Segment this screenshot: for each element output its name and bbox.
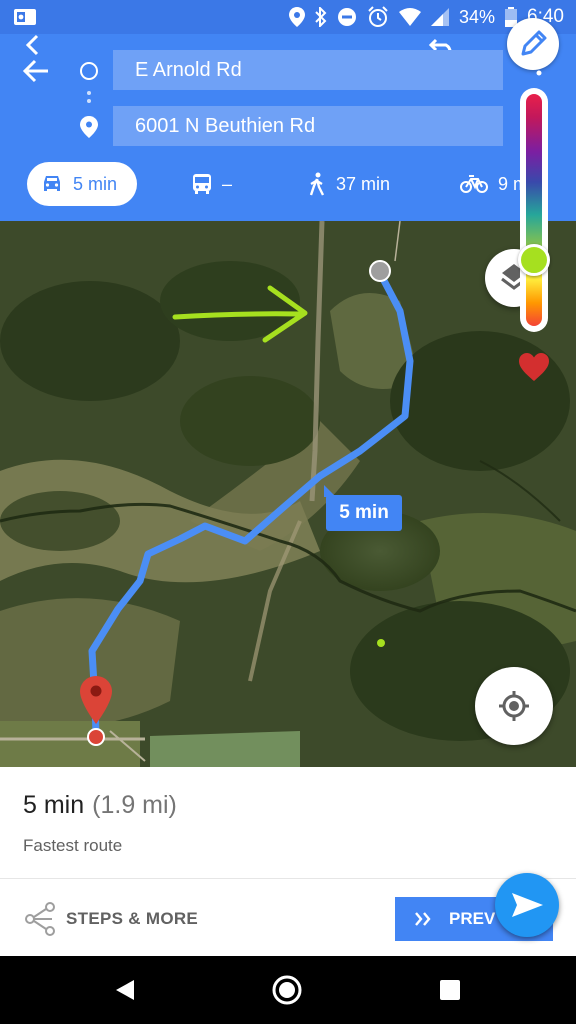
recents-square-icon[interactable]: [434, 974, 466, 1006]
double-chevron-icon: [415, 912, 431, 926]
back-arrow-icon[interactable]: [22, 58, 50, 84]
route-summary[interactable]: 5 min (1.9 mi) Fastest route: [0, 767, 576, 878]
steps-and-more-button[interactable]: STEPS & MORE: [22, 899, 198, 939]
navigation-arrow-icon: [512, 893, 543, 917]
preview-label: PREV: [449, 909, 496, 928]
steps-label: STEPS & MORE: [66, 909, 199, 928]
tab-drive[interactable]: 5 min: [27, 162, 137, 206]
alarm-icon: [368, 6, 388, 27]
battery-percentage: 34%: [458, 6, 496, 27]
chevron-left-icon[interactable]: [22, 34, 44, 56]
cell-signal-icon: [430, 8, 449, 26]
route-description: Fastest route: [23, 836, 123, 855]
color-slider[interactable]: [518, 88, 550, 332]
satellite-map[interactable]: 5 min: [0, 221, 576, 767]
route-connector-icon: [87, 91, 91, 107]
do-not-disturb-icon: [337, 8, 356, 26]
wifi-icon: [398, 8, 421, 26]
bus-icon: [193, 174, 211, 194]
steps-icon: [25, 902, 55, 936]
origin-field[interactable]: E Arnold Rd: [113, 50, 503, 90]
location-icon: [288, 7, 305, 27]
route-actions-bar: STEPS & MORE PREV: [0, 878, 576, 956]
car-icon: [44, 176, 60, 191]
outlook-icon: [14, 9, 36, 25]
walk-time: 37 min: [336, 173, 391, 194]
home-circle-icon[interactable]: [271, 974, 303, 1006]
bluetooth-icon: [315, 7, 327, 27]
heart-icon[interactable]: [518, 352, 550, 382]
edit-button[interactable]: [507, 18, 559, 70]
more-vert-icon[interactable]: [536, 62, 542, 82]
travel-mode-tabs: 5 min – 37 min 9 m: [0, 162, 576, 206]
destination-pin-icon: [80, 116, 98, 138]
back-triangle-icon[interactable]: [110, 974, 142, 1006]
drive-time: 5 min: [73, 173, 118, 194]
start-navigation-button[interactable]: [495, 873, 559, 937]
origin-circle-icon: [80, 62, 98, 80]
status-bar: 34% 6:40: [0, 0, 576, 34]
tab-walk[interactable]: 37 min: [308, 162, 390, 206]
tab-bike[interactable]: 9 m: [460, 162, 528, 206]
color-gradient-track: [526, 94, 542, 326]
walk-icon: [309, 172, 325, 196]
route-duration-line: 5 min (1.9 mi): [23, 791, 177, 820]
destination-field[interactable]: 6001 N Beuthien Rd: [113, 106, 503, 146]
pencil-icon: [521, 30, 547, 56]
destination-marker-icon[interactable]: [80, 676, 112, 724]
tab-transit[interactable]: –: [192, 162, 232, 206]
crosshair-icon: [499, 691, 529, 721]
system-nav-bar: [0, 956, 576, 1024]
color-slider-knob[interactable]: [518, 244, 550, 276]
transit-time: –: [222, 173, 233, 194]
route-duration: 5 min: [23, 791, 85, 819]
route-eta-label[interactable]: 5 min: [324, 485, 402, 531]
directions-header: E Arnold Rd 6001 N Beuthien Rd 5 min – 3…: [0, 34, 576, 221]
route-distance: (1.9 mi): [92, 791, 177, 819]
bike-icon: [460, 175, 488, 193]
my-location-button[interactable]: [475, 667, 553, 745]
